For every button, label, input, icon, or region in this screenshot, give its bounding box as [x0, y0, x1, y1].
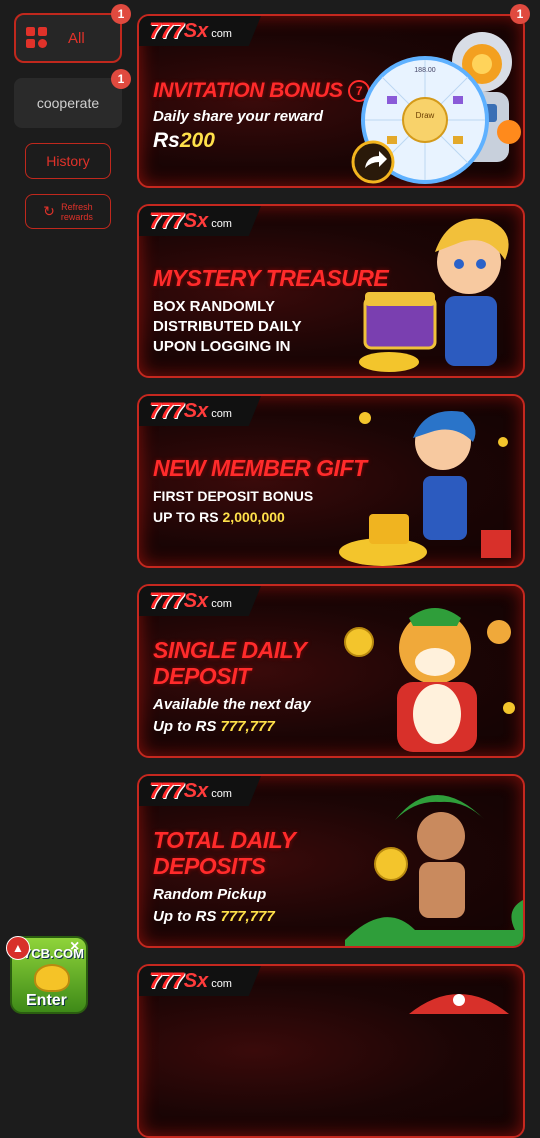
banner-total-daily-deposits[interactable]: 777 Sx com TOTAL DAILY DEPOSITS Random Pic… — [137, 774, 525, 948]
notification-badge: 1 — [111, 69, 131, 89]
close-icon[interactable]: × — [70, 938, 79, 956]
refresh-label-line1: Refresh — [61, 201, 93, 212]
banner-subtitle-line2: DISTRIBUTED DAILY — [153, 318, 302, 335]
banner-title-line1: TOTAL DAILY — [153, 827, 296, 853]
banner-subtitle-line1: Available the next day — [153, 696, 311, 713]
banner-title: INVITATION BONUS 7 — [153, 78, 370, 103]
tab-all[interactable]: All — [14, 13, 122, 63]
tab-cooperate-label: cooperate — [36, 95, 100, 111]
share-arrow-icon[interactable] — [351, 140, 395, 184]
brand-logo: 777 Sx com — [139, 586, 261, 616]
coins-icon — [34, 964, 70, 992]
leopard-mascot-illustration — [344, 608, 515, 752]
wheel-top-value: 188.00 — [414, 67, 436, 74]
category-grid-icon — [26, 27, 48, 49]
pirate-illustration — [409, 994, 509, 1014]
reward-amount: Rs200 — [153, 129, 215, 152]
banner-invitation-bonus[interactable]: 777 Sx com INVITATION BONUS 7 Daily share … — [137, 14, 525, 188]
banner-single-daily-deposit[interactable]: 777 Sx com SINGLE DAILY DEPOSIT Available … — [137, 584, 525, 758]
banner-title-line2: DEPOSITS — [153, 853, 266, 879]
banner-subtitle-line3: UPON LOGGING IN — [153, 338, 291, 355]
banner-subtitle: Daily share your reward — [153, 108, 324, 125]
history-label: History — [46, 153, 90, 169]
refresh-icon: ↻ — [43, 203, 55, 219]
refresh-label-line2: rewards — [60, 211, 93, 222]
banner-subtitle-line1: BOX RANDOMLY — [153, 298, 275, 315]
banner-subtitle-line1: Random Pickup — [153, 886, 267, 903]
banner-subtitle-line2: Up to RS 777,777 — [153, 718, 275, 735]
tab-cooperate[interactable]: cooperate — [14, 78, 122, 128]
brand-logo: 777 Sx com — [139, 206, 261, 236]
brand-logo: 777 Sx com — [139, 966, 261, 996]
refresh-rewards-button[interactable]: ↻ Refresh rewards — [25, 194, 111, 229]
banner-partial[interactable]: 777 Sx com — [137, 964, 525, 1138]
wheel-center-label: Draw — [416, 111, 435, 120]
boy-with-gold-coins-illustration — [339, 411, 511, 566]
brand-logo: 777 Sx com — [139, 396, 261, 426]
banner-new-member-gift[interactable]: 777 Sx com NEW MEMBER GIFT FIRST DEPOSIT B… — [137, 394, 525, 568]
brand-logo: 777 Sx com — [139, 776, 261, 806]
banner-subtitle-line1: FIRST DEPOSIT BONUS — [153, 488, 314, 504]
chevron-up-icon[interactable]: ▲ — [6, 936, 30, 960]
notification-badge: 1 — [510, 4, 530, 24]
notification-badge: 1 — [111, 4, 131, 24]
banner-subtitle-line2: UP TO RS 2,000,000 — [153, 509, 285, 525]
banner-title-line1: SINGLE DAILY — [153, 637, 307, 663]
dancer-with-coin-illustration — [345, 795, 523, 946]
boy-with-treasure-chest-illustration — [359, 218, 509, 372]
banner-mystery-treasure[interactable]: 777 Sx com MYSTERY TREASURE BOX RANDOMLY D… — [137, 204, 525, 378]
brand-logo: 777 Sx com — [139, 16, 261, 46]
history-button[interactable]: History — [25, 143, 111, 179]
enter-label: Enter — [26, 992, 67, 1009]
banner-subtitle-line2: Up to RS 777,777 — [153, 908, 275, 925]
tab-all-label: All — [68, 29, 85, 47]
banner-title-line2: DEPOSIT — [153, 663, 251, 689]
